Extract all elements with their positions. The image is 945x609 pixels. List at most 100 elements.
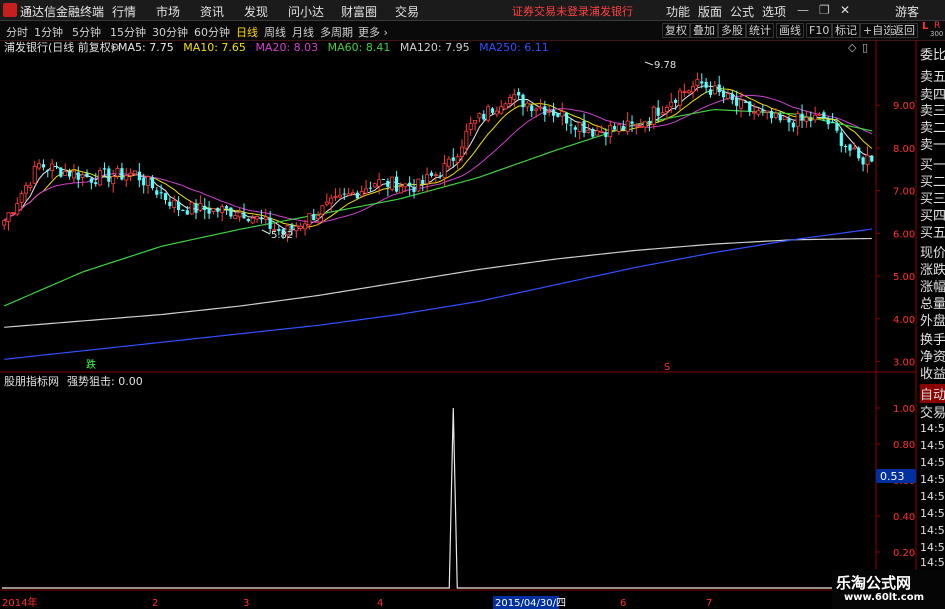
kline-chart[interactable]: 9.008.007.006.005.004.003.00 1.000.800.6… [0,40,945,609]
brand-url: www.60lt.com [844,592,925,603]
menu-market[interactable]: 市场 [156,3,180,20]
period-60min[interactable]: 60分钟 [194,24,230,40]
candle-body-down [800,113,804,120]
statistics-button[interactable]: 统计 [746,23,774,38]
menu-options[interactable]: 选项 [762,3,786,20]
candle-body-down [229,207,233,217]
draw-line-button[interactable]: 画线 [776,23,804,38]
mark-button[interactable]: 标记 [832,23,860,38]
candle-body-down [386,181,390,187]
menu-trade[interactable]: 交易 [395,3,419,20]
back-button[interactable]: 返回 [890,23,918,38]
candle-body-up [477,113,482,119]
date-tick: 7 [706,598,712,609]
menu-fortune[interactable]: 财富圈 [341,3,377,20]
panel-item: 收益 [920,367,945,382]
price-tick-label: 7.00 [893,187,915,198]
date-cursor: 2015/04/30/四 [495,598,566,609]
multi-stock-button[interactable]: 多股 [718,23,746,38]
candle-body-up [250,217,255,224]
period-30min[interactable]: 30分钟 [152,24,188,40]
minimize-icon[interactable]: — [797,3,809,17]
menu-quotes[interactable]: 行情 [112,3,136,20]
panel-item: 买五 [920,226,945,241]
candle-body-down [848,144,852,151]
period-weekly[interactable]: 周线 [264,24,286,40]
login-notice[interactable]: 证券交易未登录 [512,3,589,19]
candle-body-down [224,206,229,209]
candle-body-down [517,91,521,96]
candle-body-down [216,207,220,212]
candle-body-up [189,201,194,215]
candle-body-up [263,216,268,220]
period-tick[interactable]: 分时 [6,24,28,40]
candle-body-down [761,110,765,112]
candle-body-up [128,172,133,176]
candle-body-down [573,127,577,130]
ma20-label: MA20: 8.03 [255,41,318,54]
candle-body-up [525,102,530,108]
period-multi[interactable]: 多周期 [320,24,353,40]
menu-news[interactable]: 资讯 [200,3,224,20]
period-1min[interactable]: 1分钟 [34,24,63,40]
candle-body-up [616,124,621,132]
close-icon[interactable]: ✕ [840,3,850,17]
candle-body-down [290,224,294,229]
menu-ask[interactable]: 问小达 [288,3,324,20]
candle-body-down [870,155,874,162]
f10-button[interactable]: F10 [806,23,833,38]
candle-body-up [350,192,355,195]
candle-body-up [695,79,700,86]
candle-body-up [865,154,870,165]
candle-body-up [634,124,639,126]
period-5min[interactable]: 5分钟 [72,24,101,40]
candle-body-up [547,111,552,114]
period-more[interactable]: 更多 › [358,24,388,40]
period-daily[interactable]: 日线 [236,24,258,40]
candle-body-up [98,170,103,186]
candle-body-down [551,109,556,116]
candle-body-down [85,173,89,177]
candle-body-down [857,147,861,159]
candle-body-up [752,111,757,114]
auto-button[interactable]: 自动 [920,384,945,403]
candle-body-down [429,172,434,176]
menu-function[interactable]: 功能 [666,3,690,20]
corner-l: L [922,21,929,32]
restore-icon[interactable]: ❐ [819,3,830,17]
ma60-label: MA60: 8.41 [328,41,391,54]
candle-body-up [63,171,68,176]
diamond-icon[interactable]: ◇ [848,41,857,54]
candle-body-up [255,216,260,220]
candle-body-up [316,215,321,220]
candle-body-down [556,113,560,117]
candle-body-up [677,90,682,106]
restore-rights-button[interactable]: 复权 [662,23,690,38]
candle-body-down [630,121,634,124]
period-monthly[interactable]: 月线 [292,24,314,40]
candle-body-down [421,179,425,184]
candle-body-up [599,130,604,133]
candle-body-down [54,166,59,168]
ma250-label: MA250: 6.11 [479,41,549,54]
candle-body-up [80,174,85,178]
guest-label[interactable]: 游客 [895,3,919,20]
candle-body-down [194,203,198,213]
candle-body-up [499,106,504,114]
menu-discover[interactable]: 发现 [244,3,268,20]
candle-body-up [10,212,15,214]
candle-body-down [107,168,111,182]
candle-body-up [782,116,787,121]
period-15min[interactable]: 15分钟 [110,24,146,40]
price-tick-label: 4.00 [893,315,915,326]
expand-icon[interactable]: ▯ [862,41,868,54]
ma5-label: MA5: 7.75 [118,41,174,54]
menu-layout[interactable]: 版面 [698,3,722,20]
candle-body-up [442,163,447,179]
candle-body-down [355,192,359,199]
menu-formula[interactable]: 公式 [730,3,754,20]
overlay-button[interactable]: 叠加 [690,23,718,38]
indicator-tick-label: 0.80 [893,440,915,451]
candle-body-down [412,187,416,193]
price-tick-label: 3.00 [893,357,915,368]
